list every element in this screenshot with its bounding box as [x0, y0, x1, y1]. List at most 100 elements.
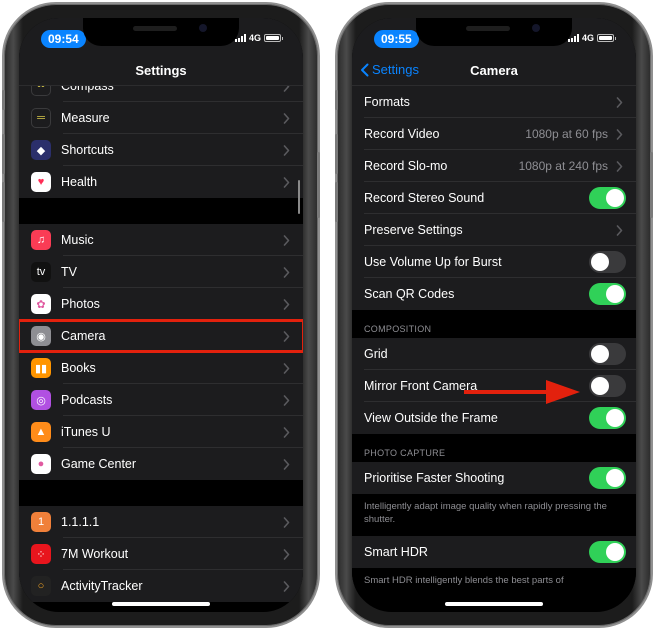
settings-item-label: Game Center [61, 457, 137, 471]
silent-switch [2, 90, 5, 110]
toggle-record-stereo-sound[interactable] [589, 187, 626, 209]
chevron-right-icon [612, 224, 626, 236]
activity-tracker-icon: ○ [31, 576, 51, 596]
settings-item-activitytracker[interactable]: ○ ActivityTracker [19, 570, 303, 602]
chevron-right-icon [612, 96, 626, 108]
toggle-grid[interactable] [589, 343, 626, 365]
toggle-scan-qr-codes[interactable] [589, 283, 626, 305]
toggle-knob [606, 285, 624, 303]
settings-item-7m-workout[interactable]: ⁘ 7M Workout [19, 538, 303, 570]
settings-item-podcasts[interactable]: ◎ Podcasts [19, 384, 303, 416]
settings-item-itunes-u[interactable]: ▲ iTunes U [19, 416, 303, 448]
chevron-right-icon [279, 362, 293, 374]
scrollbar[interactable] [297, 180, 300, 214]
settings-group: Smart HDR [352, 536, 636, 568]
toggle-knob [606, 543, 624, 561]
smart-hdr-footer: Smart HDR intelligently blends the best … [352, 568, 636, 597]
settings-item-books[interactable]: ▮▮ Books [19, 352, 303, 384]
left-screen: 09:54 4G Settings •• Compass ═ Measure ◆ Shor… [19, 18, 303, 612]
settings-group: 1 1.1.1.1 ⁘ 7M Workout ○ ActivityTracker [19, 506, 303, 602]
seven-minute-workout-icon: ⁘ [31, 544, 51, 564]
music-icon: ♫ [31, 230, 51, 250]
section-gap [19, 198, 303, 224]
setting-value: 1080p at 60 fps [525, 127, 608, 141]
setting-row-scan-qr-codes: Scan QR Codes [352, 278, 636, 310]
settings-item-measure[interactable]: ═ Measure [19, 102, 303, 134]
toggle-use-volume-up-for-burst[interactable] [589, 251, 626, 273]
camera-icon: ◉ [31, 326, 51, 346]
setting-row-record-video[interactable]: Record Video 1080p at 60 fps [352, 118, 636, 150]
game-center-icon: ● [31, 454, 51, 474]
setting-label: Use Volume Up for Burst [364, 255, 502, 269]
camera-settings-list: Formats Record Video 1080p at 60 fps Record… [352, 86, 636, 612]
toggle-prioritise-faster-shooting[interactable] [589, 467, 626, 489]
home-indicator[interactable] [112, 602, 210, 606]
status-time: 09:55 [374, 30, 419, 48]
setting-row-smart-hdr: Smart HDR [352, 536, 636, 568]
settings-group: •• Compass ═ Measure ◆ Shortcuts ♥ Health [19, 70, 303, 198]
setting-row-record-slo-mo[interactable]: Record Slo-mo 1080p at 240 fps [352, 150, 636, 182]
settings-item-music[interactable]: ♫ Music [19, 224, 303, 256]
settings-item-photos[interactable]: ✿ Photos [19, 288, 303, 320]
settings-item-label: Podcasts [61, 393, 113, 407]
chevron-right-icon [279, 176, 293, 188]
chevron-right-icon [279, 298, 293, 310]
settings-group: ♫ Music tv TV ✿ Photos ◉ Camera ▮▮ Books ◎ Podcasts… [19, 224, 303, 480]
nav-bar: Settings Camera [352, 56, 636, 86]
setting-label: Grid [364, 347, 388, 361]
photos-icon: ✿ [31, 294, 51, 314]
setting-row-formats[interactable]: Formats [352, 86, 636, 118]
volume-down-button [335, 182, 338, 222]
toggle-view-outside-the-frame[interactable] [589, 407, 626, 429]
chevron-right-icon [279, 266, 293, 278]
side-button [317, 152, 320, 218]
settings-item-1-1-1-1[interactable]: 1 1.1.1.1 [19, 506, 303, 538]
chevron-right-icon [612, 128, 626, 140]
itunes-u-icon: ▲ [31, 422, 51, 442]
setting-label: Prioritise Faster Shooting [364, 471, 505, 485]
section-header-photo-capture: PHOTO CAPTURE [352, 434, 636, 462]
settings-item-health[interactable]: ♥ Health [19, 166, 303, 198]
toggle-knob [591, 345, 609, 363]
health-icon: ♥ [31, 172, 51, 192]
volume-up-button [335, 134, 338, 174]
volume-up-button [2, 134, 5, 174]
toggle-mirror-front-camera[interactable] [589, 375, 626, 397]
battery-icon [264, 34, 283, 42]
home-indicator[interactable] [445, 602, 543, 606]
settings-item-shortcuts[interactable]: ◆ Shortcuts [19, 134, 303, 166]
one-one-one-one-icon: 1 [31, 512, 51, 532]
settings-item-label: iTunes U [61, 425, 111, 439]
toggle-knob [606, 409, 624, 427]
toggle-knob [606, 469, 624, 487]
setting-row-preserve-settings[interactable]: Preserve Settings [352, 214, 636, 246]
volume-down-button [2, 182, 5, 222]
chevron-right-icon [612, 160, 626, 172]
chevron-right-icon [279, 516, 293, 528]
tv-icon: tv [31, 262, 51, 282]
photo-capture-footer: Intelligently adapt image quality when r… [352, 494, 636, 536]
chevron-right-icon [279, 580, 293, 592]
setting-row-prioritise-faster-shooting: Prioritise Faster Shooting [352, 462, 636, 494]
right-phone-frame: 09:55 4G Settings Camera Formats Record V… [335, 4, 653, 626]
setting-value: 1080p at 240 fps [518, 159, 608, 173]
chevron-right-icon [279, 144, 293, 156]
setting-label: Scan QR Codes [364, 287, 455, 301]
settings-item-game-center[interactable]: ● Game Center [19, 448, 303, 480]
shortcuts-icon: ◆ [31, 140, 51, 160]
setting-row-use-volume-up-for-burst: Use Volume Up for Burst [352, 246, 636, 278]
section-header-composition: COMPOSITION [352, 310, 636, 338]
chevron-right-icon [279, 548, 293, 560]
setting-row-view-outside-the-frame: View Outside the Frame [352, 402, 636, 434]
settings-item-camera[interactable]: ◉ Camera [19, 319, 303, 353]
page-title: Camera [470, 63, 518, 78]
toggle-smart-hdr[interactable] [589, 541, 626, 563]
setting-label: Preserve Settings [364, 223, 463, 237]
page-title: Settings [135, 63, 187, 78]
toggle-knob [591, 253, 609, 271]
settings-item-tv[interactable]: tv TV [19, 256, 303, 288]
setting-label: Record Stereo Sound [364, 191, 485, 205]
settings-list: •• Compass ═ Measure ◆ Shortcuts ♥ Health ♫ Music… [19, 70, 303, 612]
settings-item-label: TV [61, 265, 77, 279]
network-type: 4G [581, 33, 594, 43]
